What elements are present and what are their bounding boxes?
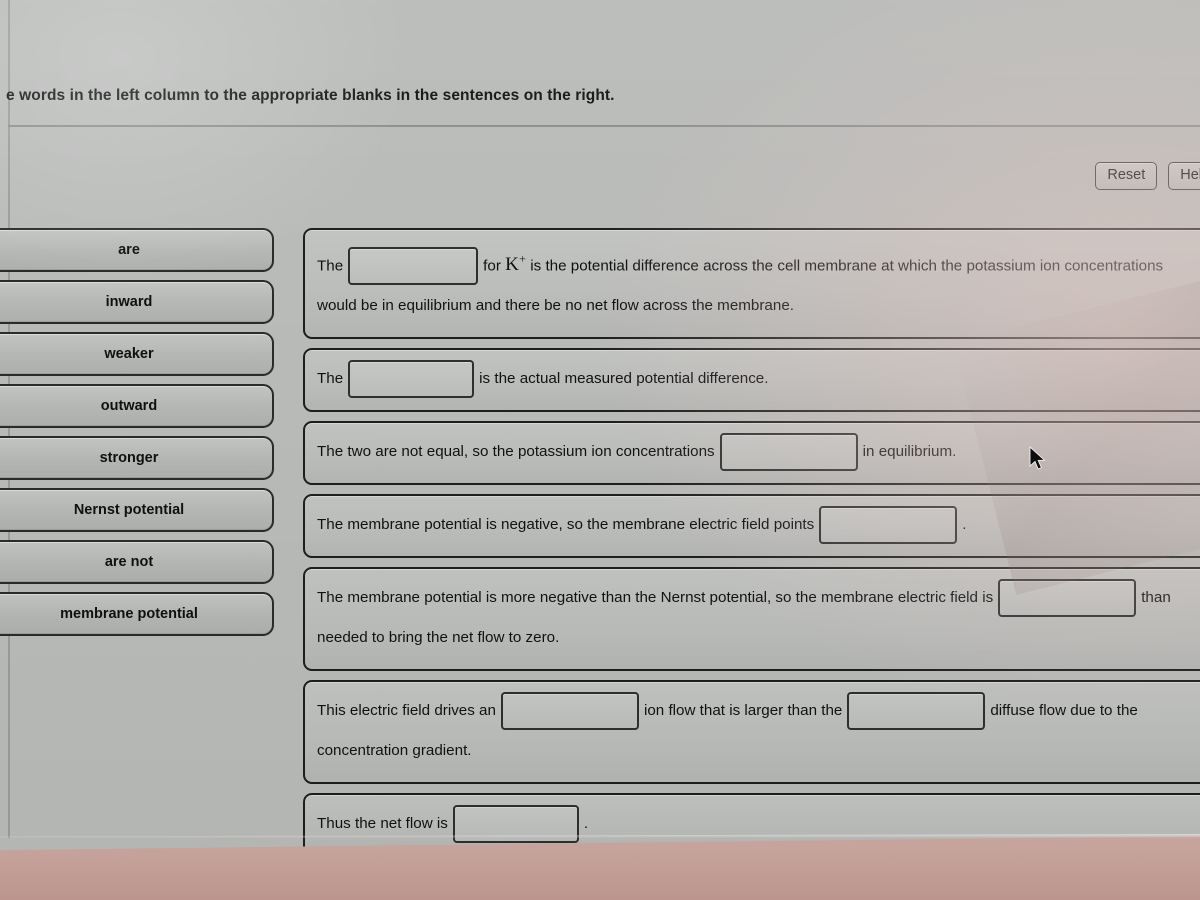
sentence-5: The membrane potential is more negative … <box>303 567 1200 672</box>
sentence-7-text-before: Thus the net flow is <box>317 815 448 833</box>
sentence-1-text-before: The <box>317 257 344 275</box>
sentence-3-blank[interactable] <box>719 433 858 472</box>
word-tile-outward[interactable]: outward <box>0 384 274 428</box>
sentence-3-text-before: The two are not equal, so the potassium … <box>317 443 715 461</box>
word-tile-stronger[interactable]: stronger <box>0 436 274 480</box>
sentence-6-blank-1[interactable] <box>500 692 639 731</box>
header-divider <box>8 125 1200 127</box>
sentence-1-blank[interactable] <box>348 247 479 286</box>
sentence-2-text-after: is the actual measured potential differe… <box>479 370 769 388</box>
sentence-4: The membrane potential is negative, so t… <box>303 494 1200 559</box>
word-bank: are inward weaker outward stronger Nerns… <box>0 228 274 636</box>
help-button[interactable]: Hel <box>1168 162 1200 191</box>
potassium-ion-symbol: K+ <box>505 252 527 276</box>
sentence-1: The for K+ is the potential difference ac… <box>303 228 1200 340</box>
desk-surface <box>0 836 1200 900</box>
toolbar: Reset Hel <box>1095 162 1200 191</box>
instruction-text: e words in the left column to the approp… <box>6 87 615 104</box>
reset-button[interactable]: Reset <box>1095 162 1158 191</box>
sentence-6-text-mid: ion flow that is larger than the <box>643 702 843 720</box>
word-tile-membrane-potential[interactable]: membrane potential <box>0 592 274 636</box>
sentence-4-text-after: . <box>962 516 967 534</box>
sentence-6-text-before: This electric field drives an <box>317 702 496 720</box>
sentence-5-blank[interactable] <box>998 579 1137 618</box>
word-tile-are-not[interactable]: are not <box>0 540 274 584</box>
sentence-5-text-before: The membrane potential is more negative … <box>317 589 994 607</box>
word-tile-inward[interactable]: inward <box>0 280 274 324</box>
sentence-2: The is the actual measured potential diff… <box>303 348 1200 413</box>
sentence-2-text-before: The <box>317 370 344 388</box>
ion-charge-superscript: + <box>519 252 527 266</box>
sentence-4-blank[interactable] <box>819 506 958 545</box>
sentence-6: This electric field drives an ion flow th… <box>303 680 1200 785</box>
word-tile-weaker[interactable]: weaker <box>0 332 274 376</box>
sentence-2-blank[interactable] <box>348 360 475 399</box>
sentence-list: The for K+ is the potential difference ac… <box>303 228 1200 858</box>
sentence-3: The two are not equal, so the potassium … <box>303 421 1200 486</box>
sentence-6-blank-2[interactable] <box>847 692 986 731</box>
sentence-3-text-after: in equilibrium. <box>862 443 957 461</box>
sentence-4-text-before: The membrane potential is negative, so t… <box>317 516 815 534</box>
sentence-1-text-mid: for <box>483 257 501 275</box>
word-tile-are[interactable]: are <box>0 228 274 272</box>
sentence-7-text-after: . <box>583 815 589 833</box>
word-tile-nernst-potential[interactable]: Nernst potential <box>0 488 274 532</box>
screen-photo: e words in the left column to the approp… <box>0 0 1200 900</box>
